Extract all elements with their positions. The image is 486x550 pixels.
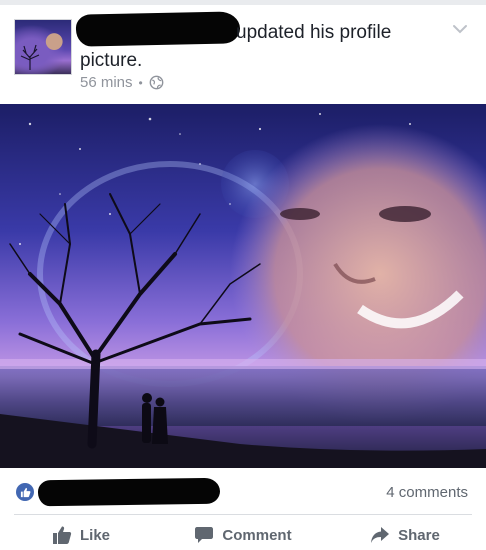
share-arrow-icon	[371, 527, 390, 543]
meta-separator: •	[138, 75, 143, 90]
thumbs-up-icon	[20, 487, 30, 497]
profile-avatar[interactable]	[14, 19, 72, 75]
reactions-bar: 4 comments	[0, 468, 486, 512]
feed-separator	[0, 0, 486, 5]
chevron-down-icon[interactable]	[449, 20, 471, 38]
redacted-author-name	[75, 11, 241, 47]
like-button[interactable]: Like	[0, 520, 162, 550]
post-actions: Like Comment Share	[0, 520, 486, 550]
news-feed-post: updated his profile picture. 56 mins • 4…	[0, 0, 486, 550]
actions-divider	[14, 514, 472, 515]
comment-icon	[195, 527, 214, 543]
post-timestamp[interactable]: 56 mins	[80, 74, 133, 91]
share-label: Share	[398, 526, 440, 544]
like-label: Like	[79, 526, 110, 544]
post-headline: updated his profile	[236, 22, 392, 43]
redacted-reactor-names	[37, 477, 221, 507]
avatar-tree-silhouette	[20, 44, 40, 70]
like-icon[interactable]	[16, 483, 34, 501]
thumbs-up-icon	[52, 526, 72, 544]
comment-label: Comment	[222, 526, 292, 544]
profile-picture-photo[interactable]	[0, 104, 486, 468]
share-button[interactable]: Share	[324, 520, 486, 550]
globe-icon[interactable]	[149, 75, 164, 90]
post-headline-continued: picture.	[80, 50, 143, 71]
comment-button[interactable]: Comment	[162, 520, 324, 550]
photo-artwork	[0, 104, 486, 468]
comment-count[interactable]: 4 comments	[386, 484, 468, 501]
post-meta: 56 mins •	[80, 74, 164, 91]
